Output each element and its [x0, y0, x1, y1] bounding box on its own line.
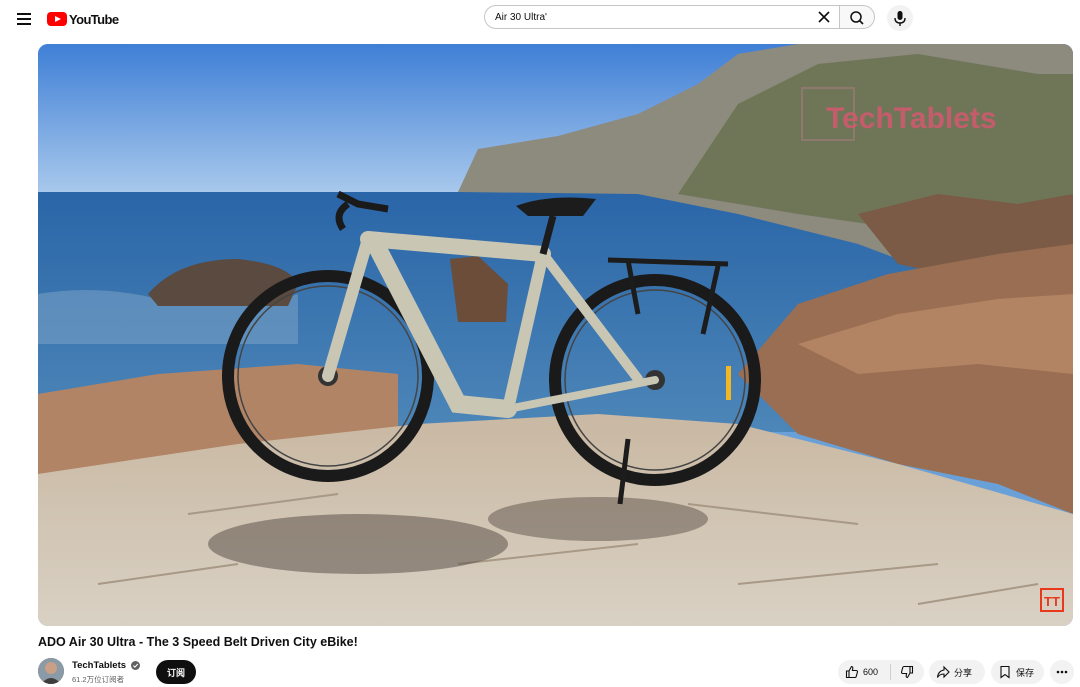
like-button[interactable]: 600 — [838, 660, 890, 684]
masthead: YouTube — [0, 0, 1080, 40]
menu-icon-line — [17, 13, 31, 15]
search-box — [484, 5, 840, 29]
bike-shadow-2 — [488, 497, 708, 541]
avatar-image — [38, 658, 64, 684]
dislike-button[interactable] — [891, 660, 924, 684]
search-button[interactable] — [839, 5, 875, 29]
avatar[interactable] — [38, 658, 64, 684]
search-input[interactable] — [495, 9, 795, 25]
reflector — [726, 366, 731, 400]
mic-icon — [894, 11, 906, 26]
search-icon — [850, 11, 864, 25]
voice-search-button[interactable] — [887, 5, 913, 31]
like-dislike-group: 600 — [838, 660, 924, 684]
watermark-text: TechTablets — [826, 102, 997, 135]
bike-shadow — [208, 514, 508, 574]
video-title: ADO Air 30 Ultra - The 3 Speed Belt Driv… — [38, 635, 358, 649]
like-count: 600 — [863, 667, 879, 677]
youtube-play-icon — [47, 12, 67, 26]
thumbs-up-icon — [845, 665, 859, 679]
more-actions-button[interactable] — [1050, 660, 1074, 684]
close-icon — [818, 11, 830, 23]
menu-icon-line — [17, 18, 31, 20]
menu-button[interactable] — [14, 9, 36, 29]
clear-search-button[interactable] — [815, 8, 833, 26]
save-label: 保存 — [1016, 667, 1035, 678]
thumbs-down-icon — [901, 665, 914, 679]
corner-logo: TT — [1044, 594, 1060, 609]
menu-icon-line — [17, 23, 31, 25]
bookmark-icon — [1000, 665, 1010, 679]
more-horizontal-icon — [1056, 670, 1068, 674]
video-frame: TechTablets TT — [38, 44, 1073, 626]
save-button[interactable]: 保存 — [991, 660, 1044, 684]
share-label: 分享 — [954, 667, 973, 678]
subscriber-count: 61.2万位订阅者 — [72, 675, 125, 684]
share-button[interactable]: 分享 — [929, 660, 985, 684]
logo-text: YouTube — [69, 11, 119, 27]
verified-icon — [131, 661, 140, 670]
channel-name[interactable]: TechTablets — [72, 660, 126, 671]
video-player[interactable]: TechTablets TT — [38, 44, 1073, 626]
subscribe-button[interactable]: 订阅 — [156, 660, 196, 684]
share-icon — [936, 665, 950, 679]
youtube-logo[interactable]: YouTube — [47, 11, 119, 27]
